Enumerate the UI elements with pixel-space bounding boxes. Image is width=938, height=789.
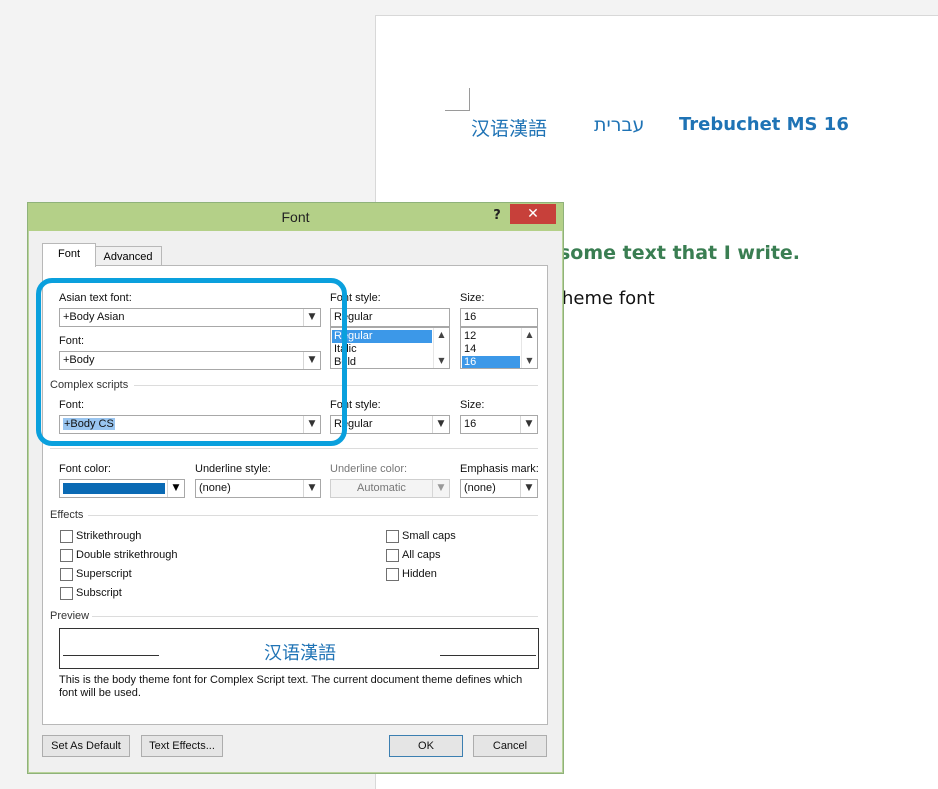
- close-button[interactable]: ✕: [510, 204, 556, 224]
- font-color-picker[interactable]: ▼: [59, 479, 185, 498]
- cs-size-label: Size:: [460, 399, 485, 411]
- font-style-list[interactable]: Regular Italic Bold ▲ ▼: [330, 327, 450, 369]
- small-caps-label[interactable]: Small caps: [402, 530, 456, 542]
- chevron-down-icon[interactable]: ▼: [520, 416, 537, 433]
- size-option-14[interactable]: 14: [462, 343, 476, 356]
- size-label: Size:: [460, 292, 485, 304]
- dialog-title: Font: [281, 209, 310, 225]
- doc-green-text[interactable]: some text that I write.: [559, 242, 800, 264]
- scroll-up-icon[interactable]: ▲: [434, 330, 449, 339]
- superscript-checkbox[interactable]: [60, 568, 73, 581]
- size-input-value: 16: [464, 311, 477, 323]
- doc-hebrew-text[interactable]: עברית: [594, 114, 644, 136]
- emphasis-mark-label: Emphasis mark:: [460, 463, 539, 475]
- underline-color-value: Automatic: [357, 482, 406, 494]
- chevron-down-icon[interactable]: ▼: [520, 480, 537, 497]
- scroll-down-icon[interactable]: ▼: [434, 356, 449, 365]
- size-option-12[interactable]: 12: [462, 330, 476, 343]
- superscript-label[interactable]: Superscript: [76, 568, 132, 580]
- set-as-default-button[interactable]: Set As Default: [42, 735, 130, 757]
- size-list[interactable]: 12 14 16 ▲ ▼: [460, 327, 538, 369]
- tab-advanced[interactable]: Advanced: [94, 246, 162, 267]
- preview-box: 汉语漢語: [59, 628, 539, 669]
- subscript-label[interactable]: Subscript: [76, 587, 122, 599]
- size-option-16[interactable]: 16: [462, 356, 520, 368]
- chevron-down-icon: ▼: [432, 480, 449, 497]
- emphasis-mark-value: (none): [464, 482, 496, 494]
- underline-style-label: Underline style:: [195, 463, 271, 475]
- preview-sample-text: 汉语漢語: [264, 643, 336, 664]
- effects-separator: [88, 515, 538, 516]
- all-text-separator: [50, 448, 538, 449]
- emphasis-mark-combo[interactable]: (none) ▼: [460, 479, 538, 498]
- doc-asian-text[interactable]: 汉语漢語: [471, 114, 547, 141]
- double-strikethrough-checkbox[interactable]: [60, 549, 73, 562]
- scroll-down-icon[interactable]: ▼: [522, 356, 537, 365]
- font-color-label: Font color:: [59, 463, 111, 475]
- chevron-down-icon[interactable]: ▼: [303, 480, 320, 497]
- size-scrollbar[interactable]: ▲ ▼: [521, 328, 537, 368]
- cs-style-combo[interactable]: Regular ▼: [330, 415, 450, 434]
- tab-font[interactable]: Font: [42, 243, 96, 267]
- font-style-input[interactable]: Regular: [330, 308, 450, 327]
- underline-color-combo: Automatic ▼: [330, 479, 450, 498]
- subscript-checkbox[interactable]: [60, 587, 73, 600]
- preview-note: This is the body theme font for Complex …: [59, 674, 523, 699]
- hidden-label[interactable]: Hidden: [402, 568, 437, 580]
- strikethrough-label[interactable]: Strikethrough: [76, 530, 141, 542]
- cancel-button[interactable]: Cancel: [473, 735, 547, 757]
- small-caps-checkbox[interactable]: [386, 530, 399, 543]
- cs-size-combo[interactable]: 16 ▼: [460, 415, 538, 434]
- dialog-titlebar[interactable]: Font ? ✕: [28, 203, 563, 231]
- all-caps-label[interactable]: All caps: [402, 549, 441, 561]
- underline-style-combo[interactable]: (none) ▼: [195, 479, 321, 498]
- underline-color-label: Underline color:: [330, 463, 408, 475]
- hidden-checkbox[interactable]: [386, 568, 399, 581]
- doc-latin-text[interactable]: Trebuchet MS 16: [679, 114, 849, 135]
- preview-separator: [92, 616, 538, 617]
- text-effects-button[interactable]: Text Effects...: [141, 735, 223, 757]
- font-color-swatch: [63, 483, 165, 494]
- annotation-highlight-box: [36, 278, 347, 446]
- help-button[interactable]: ?: [488, 206, 506, 226]
- cs-size-value: 16: [464, 418, 477, 430]
- doc-body-text[interactable]: heme font: [562, 288, 655, 309]
- strikethrough-checkbox[interactable]: [60, 530, 73, 543]
- font-style-option-regular[interactable]: Regular: [332, 330, 432, 343]
- effects-group-label: Effects: [50, 509, 84, 521]
- text-boundary-corner: [445, 88, 470, 111]
- size-input[interactable]: 16: [460, 308, 538, 327]
- chevron-down-icon[interactable]: ▼: [167, 480, 184, 497]
- font-style-scrollbar[interactable]: ▲ ▼: [433, 328, 449, 368]
- underline-style-value: (none): [199, 482, 231, 494]
- all-caps-checkbox[interactable]: [386, 549, 399, 562]
- double-strikethrough-label[interactable]: Double strikethrough: [76, 549, 178, 561]
- scroll-up-icon[interactable]: ▲: [522, 330, 537, 339]
- chevron-down-icon[interactable]: ▼: [432, 416, 449, 433]
- ok-button[interactable]: OK: [389, 735, 463, 757]
- preview-group-label: Preview: [50, 610, 90, 622]
